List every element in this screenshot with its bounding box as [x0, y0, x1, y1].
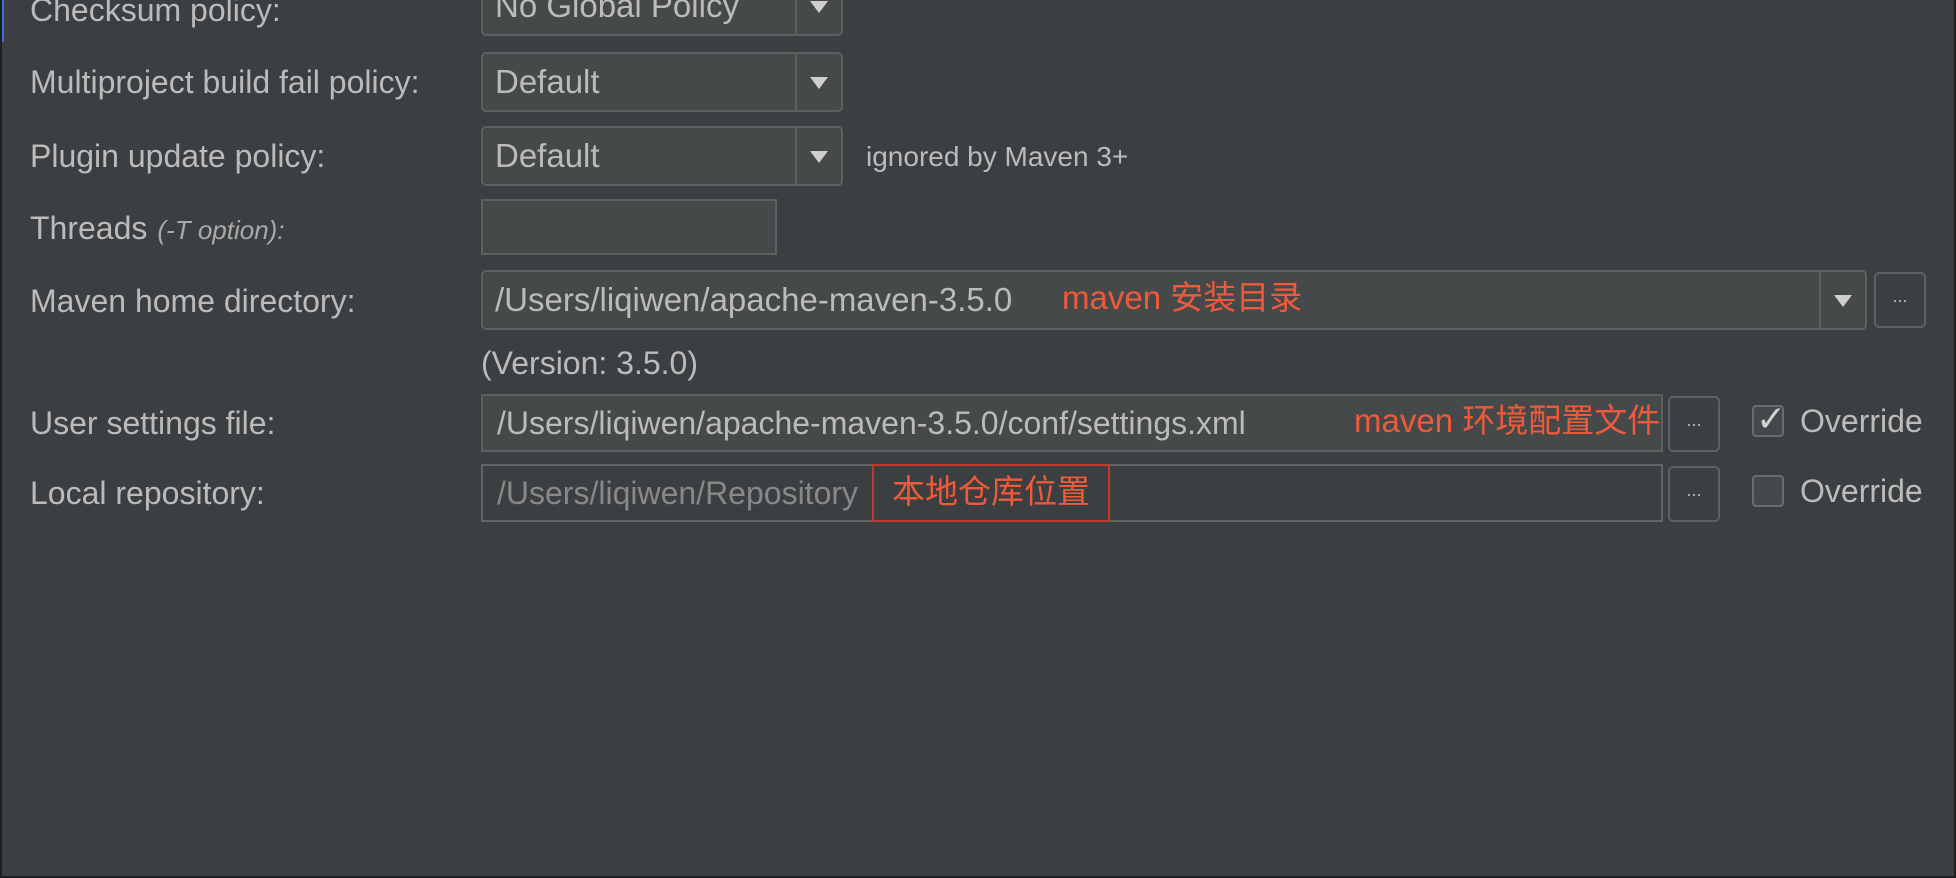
chevron-down-icon[interactable]	[795, 54, 841, 110]
checksum-policy-value: No Global Policy	[495, 0, 739, 24]
maven-home-annotation: maven 安装目录	[1062, 279, 1303, 316]
user-settings-label: User settings file:	[30, 405, 276, 441]
chevron-down-icon[interactable]	[1819, 272, 1865, 328]
chevron-down-icon[interactable]	[795, 0, 841, 34]
left-accent-bar	[0, 0, 4, 42]
threads-label-hint: (-T option):	[157, 215, 285, 245]
local-repository-annotation: 本地仓库位置	[872, 464, 1110, 522]
local-repository-value: /Users/liqiwen/Repository	[497, 475, 859, 511]
local-repository-label: Local repository:	[30, 475, 265, 511]
checksum-policy-select[interactable]: No Global Policy	[481, 0, 843, 36]
chevron-down-icon[interactable]	[795, 128, 841, 184]
plugin-update-policy-note: ignored by Maven 3+	[866, 141, 1129, 172]
multiproject-fail-policy-value: Default	[495, 63, 600, 100]
threads-input[interactable]	[481, 199, 777, 255]
plugin-update-policy-select[interactable]: Default	[481, 126, 843, 186]
user-settings-override-checkbox[interactable]: ✓	[1752, 399, 1786, 439]
threads-label: Threads (-T option):	[30, 208, 285, 250]
user-settings-value: /Users/liqiwen/apache-maven-3.5.0/conf/s…	[497, 405, 1246, 441]
multiproject-fail-policy-select[interactable]: Default	[481, 52, 843, 112]
local-repository-override-checkbox[interactable]	[1752, 475, 1784, 507]
user-settings-browse-button[interactable]: ...	[1668, 396, 1720, 452]
checksum-policy-label: Checksum policy:	[30, 0, 281, 28]
checkmark-icon: ✓	[1756, 398, 1787, 439]
maven-home-label: Maven home directory:	[30, 283, 356, 319]
multiproject-fail-policy-label: Multiproject build fail policy:	[30, 64, 420, 100]
user-settings-annotation: maven 环境配置文件	[1354, 402, 1661, 439]
maven-home-value: /Users/liqiwen/apache-maven-3.5.0	[495, 281, 1013, 318]
plugin-update-policy-value: Default	[495, 137, 600, 174]
threads-label-text: Threads	[30, 210, 148, 246]
maven-version-text: (Version: 3.5.0)	[481, 345, 698, 381]
user-settings-override-label[interactable]: Override	[1800, 401, 1923, 441]
maven-home-browse-button[interactable]: ...	[1874, 272, 1926, 328]
local-repository-override-label[interactable]: Override	[1800, 471, 1923, 511]
plugin-update-policy-label: Plugin update policy:	[30, 138, 326, 174]
local-repository-browse-button[interactable]: ...	[1668, 466, 1720, 522]
